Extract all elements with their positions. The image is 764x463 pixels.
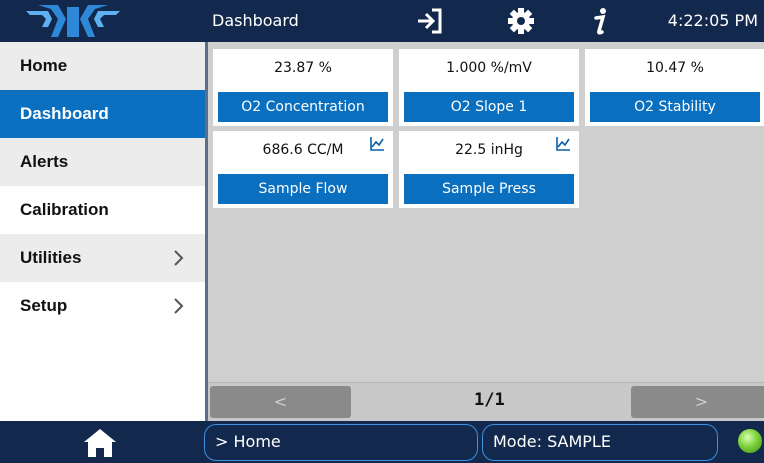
tile-value: 10.47 %: [646, 60, 704, 76]
next-page-button[interactable]: >: [631, 386, 764, 418]
tile-value: 686.6 CC/M: [262, 142, 344, 158]
page-title: Dashboard: [212, 11, 299, 30]
sidebar-item-label: Utilities: [20, 248, 82, 267]
chart-icon[interactable]: [369, 136, 385, 152]
sidebar-item-alerts[interactable]: Alerts: [0, 138, 205, 186]
sidebar-item-home[interactable]: Home: [0, 42, 205, 90]
sidebar-item-dashboard[interactable]: Dashboard: [0, 90, 205, 138]
sidebar-item-setup[interactable]: Setup: [0, 282, 205, 330]
sidebar-item-label: Setup: [20, 296, 68, 315]
sidebar-item-label: Home: [20, 56, 68, 75]
clock: 4:22:05 PM: [667, 11, 758, 30]
breadcrumb[interactable]: > Home: [204, 424, 478, 461]
tile-value: 1.000 %/mV: [446, 60, 532, 76]
sidebar-item-label: Dashboard: [20, 104, 109, 123]
chevron-right-icon: [174, 250, 184, 266]
tile-label: Sample Flow: [218, 174, 388, 204]
home-icon[interactable]: [80, 427, 120, 459]
dashboard-panel: 23.87 % O2 Concentration 1.000 %/mV O2 S…: [205, 42, 764, 421]
tile-sample-flow[interactable]: 686.6 CC/M Sample Flow: [213, 131, 393, 208]
sidebar-item-utilities[interactable]: Utilities: [0, 234, 205, 282]
bottom-bar: > Home Mode: SAMPLE: [0, 421, 764, 463]
chart-icon[interactable]: [555, 136, 571, 152]
tile-label: O2 Concentration: [218, 92, 388, 122]
page-count: 1/1: [474, 390, 505, 410]
tile-o2-slope[interactable]: 1.000 %/mV O2 Slope 1: [399, 49, 579, 126]
tile-label: O2 Slope 1: [404, 92, 574, 122]
sidebar-item-label: Calibration: [20, 200, 109, 219]
tile-label: O2 Stability: [590, 92, 760, 122]
logo-icon: [26, 5, 120, 37]
info-icon[interactable]: [584, 6, 618, 36]
status-led-icon: [738, 429, 762, 453]
tile-o2-stability[interactable]: 10.47 % O2 Stability: [585, 49, 764, 126]
tile-sample-press[interactable]: 22.5 inHg Sample Press: [399, 131, 579, 208]
tile-o2-concentration[interactable]: 23.87 % O2 Concentration: [213, 49, 393, 126]
tile-value: 22.5 inHg: [455, 142, 523, 158]
pager: < 1/1 >: [208, 382, 764, 421]
tile-label: Sample Press: [404, 174, 574, 204]
gear-icon[interactable]: [504, 6, 538, 36]
tile-value: 23.87 %: [274, 60, 332, 76]
sidebar: Home Dashboard Alerts Calibration Utilit…: [0, 42, 205, 421]
sidebar-item-calibration[interactable]: Calibration: [0, 186, 205, 234]
chevron-right-icon: [174, 298, 184, 314]
logout-icon[interactable]: [412, 6, 446, 36]
mode-indicator: Mode: SAMPLE: [482, 424, 718, 461]
sidebar-item-label: Alerts: [20, 152, 69, 171]
prev-page-button[interactable]: <: [210, 386, 351, 418]
top-bar: Dashboard 4:22:05 PM: [0, 0, 764, 42]
